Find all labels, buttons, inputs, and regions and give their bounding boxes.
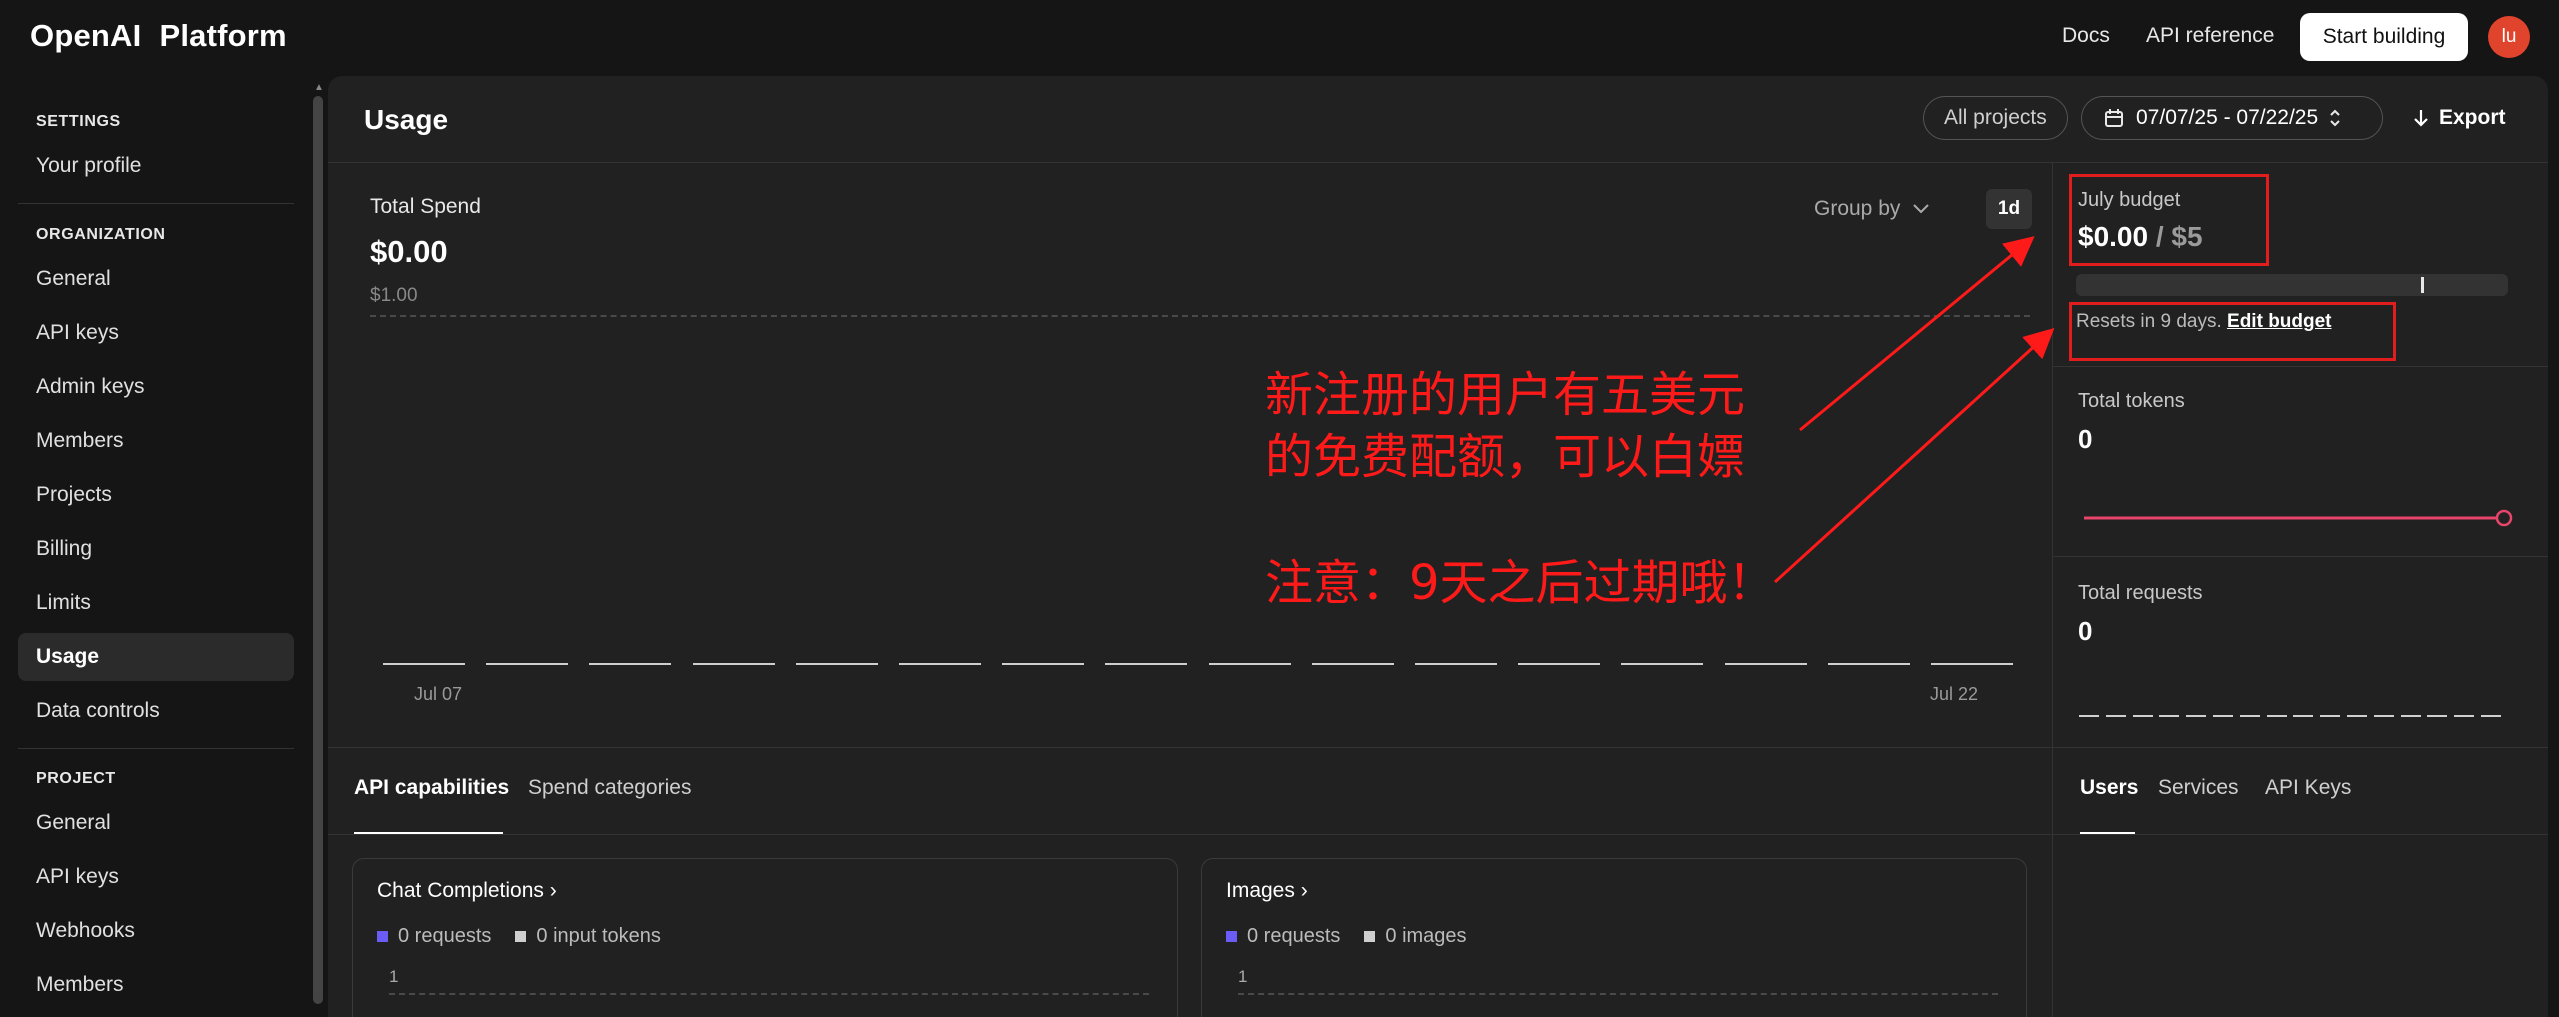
annotation-arrow-2 (1773, 327, 2055, 584)
annotation-arrow-1 (1799, 236, 2035, 432)
annotation-arrows (1773, 236, 2055, 584)
